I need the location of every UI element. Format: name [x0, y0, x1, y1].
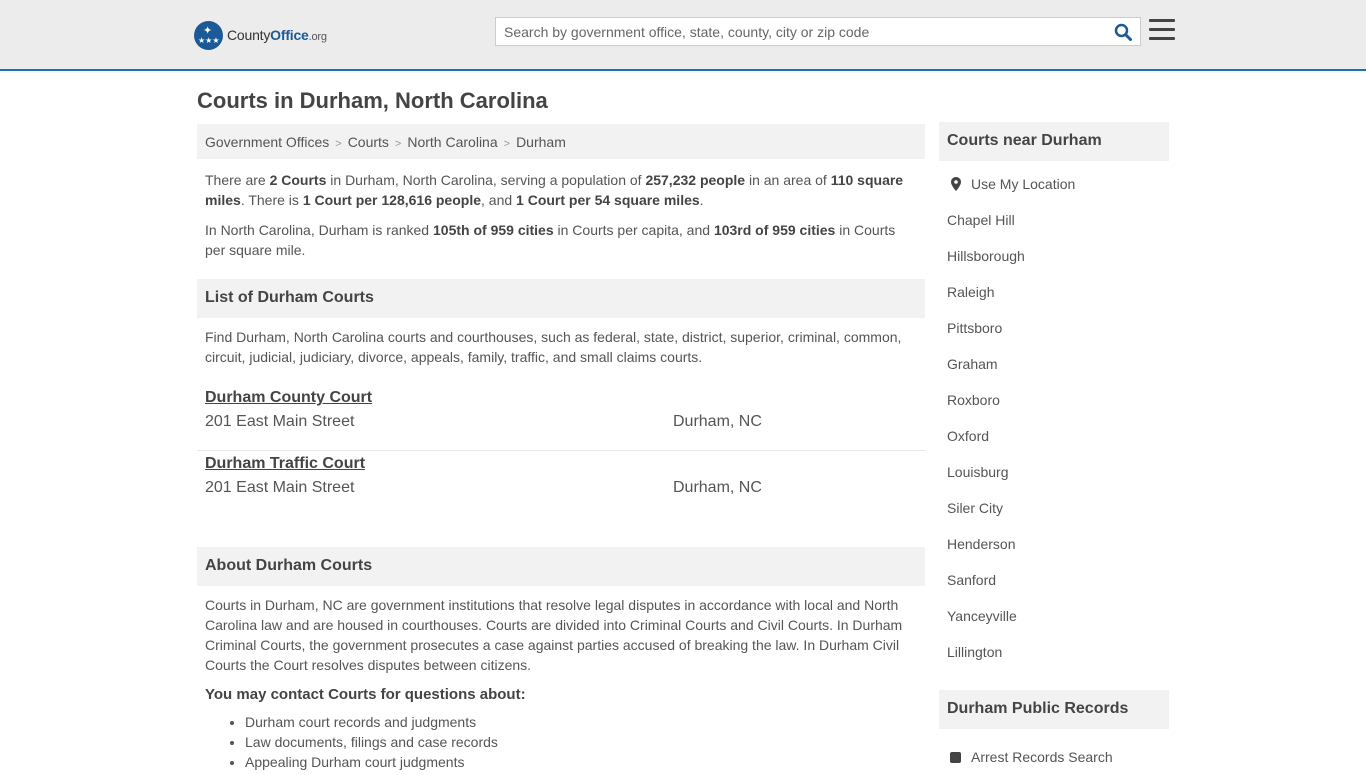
sidebar-item-oxford: Oxford — [947, 418, 1161, 454]
eagle-seal-icon: ✦ ★★★ — [194, 20, 223, 50]
about-courts-heading: About Durham Courts — [197, 547, 925, 586]
city-link[interactable]: Hillsborough — [947, 248, 1025, 264]
sidebar-item-lillington: Lillington — [947, 634, 1161, 670]
city-link[interactable]: Pittsboro — [947, 320, 1002, 336]
breadcrumb-separator-icon: > — [394, 138, 402, 150]
logo-wordmark: CountyOffice.org — [227, 27, 327, 43]
breadcrumb-courts[interactable]: Courts — [348, 134, 389, 150]
court-city: Durham, NC — [673, 413, 762, 430]
sidebar-item-chapel-hill: Chapel Hill — [947, 202, 1161, 238]
sidebar-item-siler-city: Siler City — [947, 490, 1161, 526]
sidebar-item-henderson: Henderson — [947, 526, 1161, 562]
breadcrumb: Government Offices > Courts > North Carolina… — [197, 124, 925, 159]
logo-county: County — [227, 27, 271, 43]
sidebar-item-arrest-records: Arrest Records Search — [947, 739, 1161, 775]
intro-stats-paragraph: There are 2 Courts in Durham, North Caro… — [205, 172, 904, 208]
sidebar-item-louisburg: Louisburg — [947, 454, 1161, 490]
list-item: Appealing Durham court judgments — [245, 752, 925, 772]
site-header: ✦ ★★★ CountyOffice.org — [0, 0, 1366, 71]
court-name-link[interactable]: Durham Traffic Court — [205, 455, 365, 473]
sidebar: Courts near Durham Use My Location Chape… — [939, 122, 1169, 775]
list-courts-heading: List of Durham Courts — [197, 279, 925, 318]
court-city: Durham, NC — [673, 479, 762, 496]
search-button[interactable] — [1106, 18, 1140, 45]
public-records-heading: Durham Public Records — [939, 690, 1169, 729]
sidebar-item-pittsboro: Pittsboro — [947, 310, 1161, 346]
city-link[interactable]: Louisburg — [947, 464, 1009, 480]
sidebar-item-sanford: Sanford — [947, 562, 1161, 598]
city-link[interactable]: Yanceyville — [947, 608, 1017, 624]
records-link[interactable]: Arrest Records Search — [971, 749, 1113, 765]
city-link[interactable]: Oxford — [947, 428, 989, 444]
courts-list: Durham County Court 201 East Main Street… — [197, 385, 925, 516]
breadcrumb-durham[interactable]: Durham — [516, 134, 566, 150]
list-description: Find Durham, North Carolina courts and c… — [205, 329, 902, 365]
hamburger-menu-icon[interactable] — [1149, 19, 1175, 43]
search-input[interactable] — [496, 18, 1106, 45]
sidebar-item-roxboro: Roxboro — [947, 382, 1161, 418]
list-item: Law documents, filings and case records — [245, 732, 925, 752]
logo-org: .org — [308, 31, 327, 43]
search-bar — [495, 17, 1141, 46]
breadcrumb-government-offices[interactable]: Government Offices — [205, 134, 329, 150]
city-link[interactable]: Chapel Hill — [947, 212, 1015, 228]
main-content: Government Offices > Courts > North Carolina… — [197, 124, 925, 772]
sidebar-item-raleigh: Raleigh — [947, 274, 1161, 310]
map-pin-icon — [951, 177, 961, 191]
page-title: Courts in Durham, North Carolina — [197, 88, 548, 113]
intro-ranking-paragraph: In North Carolina, Durham is ranked 105t… — [205, 222, 896, 258]
court-name-link[interactable]: Durham County Court — [205, 389, 372, 407]
city-link[interactable]: Siler City — [947, 500, 1003, 516]
city-link[interactable]: Graham — [947, 356, 998, 372]
sidebar-item-graham: Graham — [947, 346, 1161, 382]
use-my-location-link[interactable]: Use My Location — [971, 176, 1075, 192]
list-item: Durham court records and judgments — [245, 712, 925, 732]
city-link[interactable]: Raleigh — [947, 284, 994, 300]
city-link[interactable]: Sanford — [947, 572, 996, 588]
sidebar-item-hillsborough: Hillsborough — [947, 238, 1161, 274]
sidebar-item-yanceyville: Yanceyville — [947, 598, 1161, 634]
courts-near-heading: Courts near Durham — [939, 122, 1169, 161]
court-address: 201 East Main Street — [205, 479, 355, 496]
about-text: Courts in Durham, NC are government inst… — [205, 597, 903, 673]
breadcrumb-separator-icon: > — [335, 138, 342, 150]
site-logo[interactable]: ✦ ★★★ CountyOffice.org — [194, 20, 327, 50]
city-link[interactable]: Henderson — [947, 536, 1016, 552]
list-item: Durham Traffic Court 201 East Main Stree… — [197, 451, 925, 516]
breadcrumb-north-carolina[interactable]: North Carolina — [407, 134, 497, 150]
city-link[interactable]: Roxboro — [947, 392, 1000, 408]
breadcrumb-separator-icon: > — [503, 138, 511, 150]
city-link[interactable]: Lillington — [947, 644, 1002, 660]
contact-heading: You may contact Courts for questions abo… — [205, 686, 526, 703]
search-icon — [1114, 23, 1132, 41]
contact-topics-list: Durham court records and judgments Law d… — [197, 712, 925, 772]
court-address: 201 East Main Street — [205, 413, 355, 430]
list-item: Durham County Court 201 East Main Street… — [197, 385, 925, 450]
logo-office: Office — [270, 27, 309, 43]
nearby-cities-list: Use My Location Chapel Hill Hillsborough… — [939, 166, 1169, 670]
use-location-item: Use My Location — [947, 166, 1161, 202]
public-records-list: Arrest Records Search — [939, 739, 1169, 775]
records-icon — [950, 751, 961, 763]
